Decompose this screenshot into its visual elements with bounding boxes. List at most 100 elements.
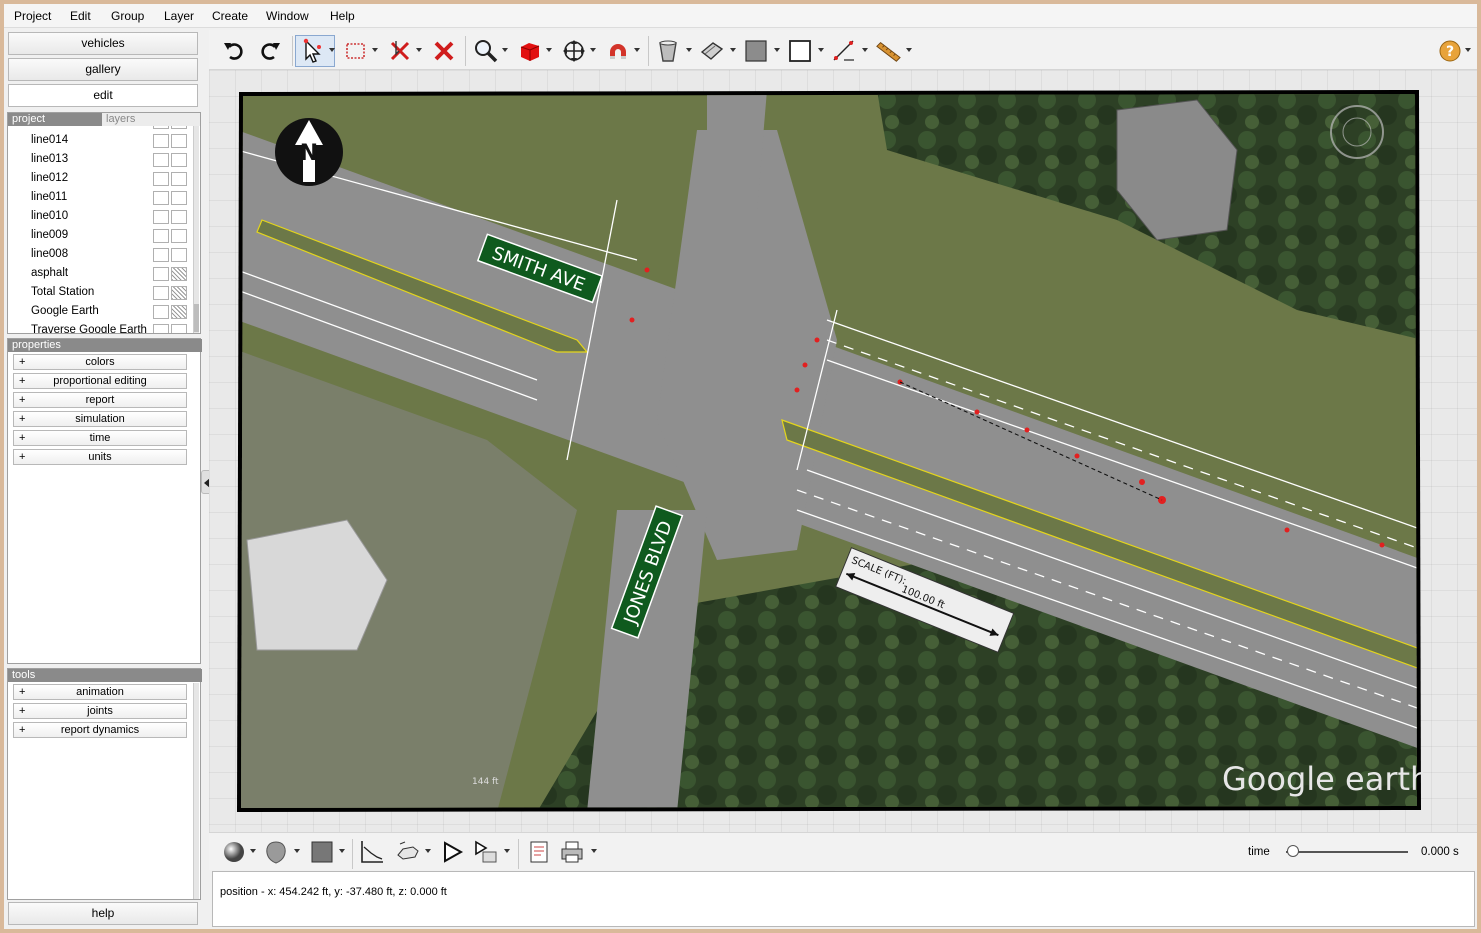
lock-checkbox[interactable]	[171, 126, 187, 129]
delete-icon[interactable]	[431, 38, 457, 64]
shield-icon[interactable]	[263, 839, 289, 865]
dropdown-arrow-icon[interactable]	[686, 48, 692, 52]
lock-checkbox[interactable]	[171, 134, 187, 148]
graph-icon[interactable]	[359, 839, 385, 865]
layer-row[interactable]: line008	[8, 245, 188, 264]
properties-colors[interactable]: + colors	[13, 354, 187, 370]
dropdown-arrow-icon[interactable]	[1465, 48, 1471, 52]
gallery-button[interactable]: gallery	[8, 58, 198, 81]
properties-simulation[interactable]: + simulation	[13, 411, 187, 427]
play-icon[interactable]	[439, 839, 465, 865]
lock-checkbox[interactable]	[171, 210, 187, 224]
visibility-checkbox[interactable]	[153, 191, 169, 205]
vehicle-motion-icon[interactable]	[395, 839, 421, 865]
lock-checkbox[interactable]	[171, 229, 187, 243]
dropdown-arrow-icon[interactable]	[294, 849, 300, 853]
tools-joints[interactable]: + joints	[13, 703, 187, 719]
visibility-checkbox[interactable]	[153, 305, 169, 319]
tools-scrollbar[interactable]	[193, 683, 199, 899]
delete-vertex-icon[interactable]	[387, 38, 413, 64]
lock-checkbox[interactable]	[171, 191, 187, 205]
menu-help[interactable]: Help	[330, 9, 355, 23]
edit-button[interactable]: edit	[8, 84, 198, 107]
ruler-icon[interactable]	[875, 38, 901, 64]
dropdown-arrow-icon[interactable]	[504, 849, 510, 853]
properties-proportional-editing[interactable]: + proportional editing	[13, 373, 187, 389]
surface-icon[interactable]	[699, 38, 725, 64]
dropdown-arrow-icon[interactable]	[546, 48, 552, 52]
3d-viewport[interactable]: 144 ft N SMITH AVE JONES BLVD SCALE (FT)…	[209, 70, 1477, 832]
layer-row[interactable]: line012	[8, 169, 188, 188]
time-slider-track[interactable]	[1286, 851, 1408, 853]
dropdown-arrow-icon[interactable]	[425, 849, 431, 853]
dropdown-arrow-icon[interactable]	[502, 48, 508, 52]
pan-icon[interactable]	[561, 38, 587, 64]
tab-layers[interactable]: layers	[102, 113, 200, 126]
dropdown-arrow-icon[interactable]	[372, 48, 378, 52]
lock-checkbox[interactable]	[171, 153, 187, 167]
lock-checkbox[interactable]	[171, 248, 187, 262]
square-color-icon[interactable]	[309, 839, 335, 865]
vehicles-button[interactable]: vehicles	[8, 32, 198, 55]
menu-layer[interactable]: Layer	[164, 9, 194, 23]
visibility-checkbox[interactable]	[153, 153, 169, 167]
visibility-checkbox[interactable]	[153, 324, 169, 333]
report-icon[interactable]	[526, 839, 552, 865]
dropdown-arrow-icon[interactable]	[818, 48, 824, 52]
layer-row[interactable]: Total Station	[8, 283, 188, 302]
lock-checkbox[interactable]	[171, 286, 187, 300]
layer-row[interactable]: line009	[8, 226, 188, 245]
layer-row[interactable]: line014	[8, 131, 188, 150]
dropdown-arrow-icon[interactable]	[634, 48, 640, 52]
lock-checkbox[interactable]	[171, 172, 187, 186]
lock-checkbox[interactable]	[171, 305, 187, 319]
undo-icon[interactable]	[221, 38, 247, 64]
layer-row[interactable]: Traverse Google Earth	[8, 321, 188, 333]
dropdown-arrow-icon[interactable]	[250, 849, 256, 853]
tab-project[interactable]: project	[8, 113, 102, 126]
visibility-checkbox[interactable]	[153, 210, 169, 224]
layer-row[interactable]: line011	[8, 188, 188, 207]
sequence-icon[interactable]	[473, 839, 499, 865]
menu-create[interactable]: Create	[212, 9, 248, 23]
layer-row[interactable]: asphalt	[8, 264, 188, 283]
visibility-checkbox[interactable]	[153, 267, 169, 281]
measure-icon[interactable]	[831, 38, 857, 64]
sphere-icon[interactable]	[221, 839, 247, 865]
select-rectangle-icon[interactable]	[343, 38, 369, 64]
menu-project[interactable]: Project	[14, 9, 51, 23]
dropdown-arrow-icon[interactable]	[329, 48, 335, 52]
zoom-icon[interactable]	[473, 38, 499, 64]
visibility-checkbox[interactable]	[153, 229, 169, 243]
visibility-checkbox[interactable]	[153, 126, 169, 129]
time-slider-knob[interactable]	[1287, 845, 1299, 857]
bucket-icon[interactable]	[655, 38, 681, 64]
layer-row[interactable]: line013	[8, 150, 188, 169]
menu-edit[interactable]: Edit	[70, 9, 91, 23]
rectangle-tool-icon[interactable]	[787, 38, 813, 64]
visibility-checkbox[interactable]	[153, 172, 169, 186]
layer-row[interactable]: line010	[8, 207, 188, 226]
lock-checkbox[interactable]	[171, 324, 187, 333]
dropdown-arrow-icon[interactable]	[730, 48, 736, 52]
visibility-checkbox[interactable]	[153, 286, 169, 300]
dropdown-arrow-icon[interactable]	[591, 849, 597, 853]
menu-window[interactable]: Window	[266, 9, 309, 23]
visibility-checkbox[interactable]	[153, 248, 169, 262]
help-icon[interactable]: ?	[1437, 38, 1463, 64]
menu-group[interactable]: Group	[111, 9, 144, 23]
properties-report[interactable]: + report	[13, 392, 187, 408]
dropdown-arrow-icon[interactable]	[906, 48, 912, 52]
dropdown-arrow-icon[interactable]	[862, 48, 868, 52]
scrollbar-thumb[interactable]	[194, 304, 199, 332]
properties-units[interactable]: + units	[13, 449, 187, 465]
layer-scrollbar[interactable]	[193, 126, 199, 333]
dropdown-arrow-icon[interactable]	[590, 48, 596, 52]
visibility-checkbox[interactable]	[153, 134, 169, 148]
tools-animation[interactable]: + animation	[13, 684, 187, 700]
layer-row[interactable]: Google Earth	[8, 302, 188, 321]
magnet-icon[interactable]	[605, 38, 631, 64]
redo-icon[interactable]	[257, 38, 283, 64]
dropdown-arrow-icon[interactable]	[774, 48, 780, 52]
tools-report-dynamics[interactable]: + report dynamics	[13, 722, 187, 738]
